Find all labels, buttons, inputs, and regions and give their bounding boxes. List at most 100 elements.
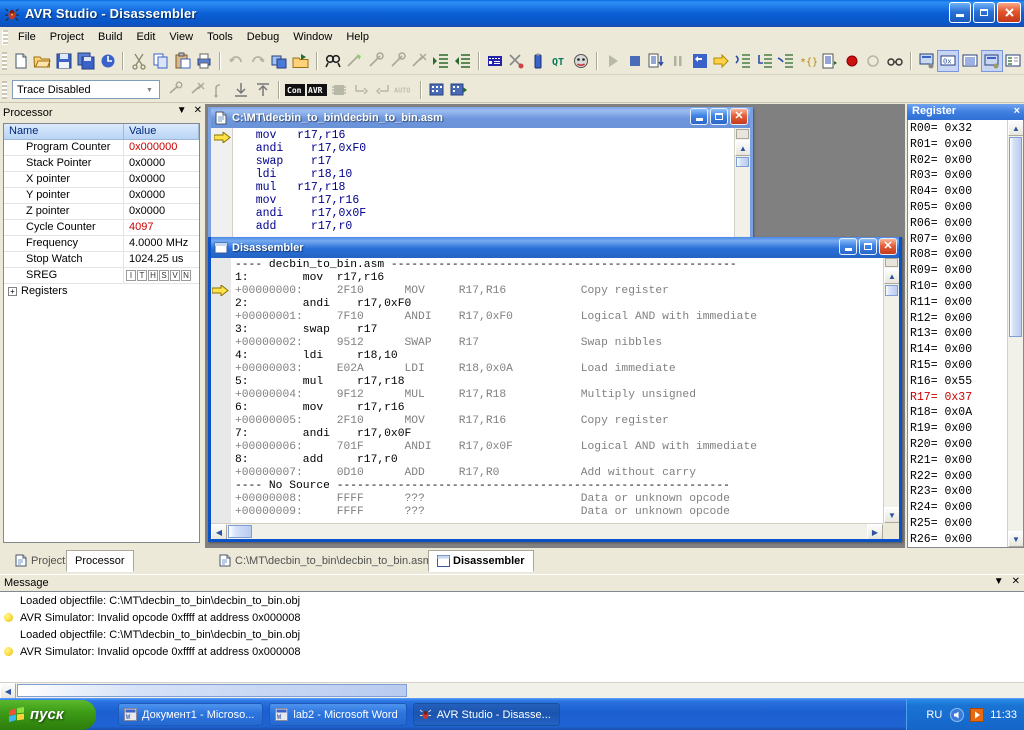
processor-row[interactable]: Stop Watch 1024.25 us [4, 252, 199, 268]
message-line[interactable]: Loaded objectfile: C:\MT\decbin_to_bin\d… [0, 592, 1024, 609]
register-line[interactable]: R11= 0x00 [910, 295, 1007, 311]
menu-item-debug[interactable]: Debug [240, 28, 286, 46]
battery-icon[interactable] [527, 50, 549, 72]
language-indicator[interactable]: RU [926, 709, 942, 721]
message-horizontal-scrollbar[interactable]: ◀ [0, 682, 1024, 699]
sreg-flag[interactable]: H [148, 270, 158, 281]
register-line[interactable]: R17= 0x37 [910, 390, 1007, 406]
disassembler-horizontal-scrollbar[interactable]: ◀ ▶ [211, 523, 883, 539]
message-h-thumb[interactable] [17, 684, 407, 697]
memory-view-icon[interactable] [959, 50, 981, 72]
step-over-arrow-icon[interactable] [711, 50, 733, 72]
message-line[interactable]: Loaded objectfile: C:\MT\decbin_to_bin\d… [0, 626, 1024, 643]
auto-step-icon[interactable]: *{} [797, 50, 819, 72]
reload-icon[interactable] [97, 50, 119, 72]
register-vertical-scrollbar[interactable]: ▲ ▼ [1007, 120, 1023, 547]
new-window-icon[interactable] [268, 50, 290, 72]
register-line[interactable]: R14= 0x00 [910, 342, 1007, 358]
register-line[interactable]: R12= 0x00 [910, 311, 1007, 327]
register-close-icon[interactable]: × [1014, 104, 1020, 119]
taskbar-clock[interactable]: 11:33 [990, 709, 1017, 721]
menu-item-build[interactable]: Build [91, 28, 129, 46]
processor-row[interactable]: X pointer 0x0000 [4, 172, 199, 188]
sreg-flag[interactable]: T [137, 270, 147, 281]
register-line[interactable]: R10= 0x00 [910, 279, 1007, 295]
processor-row[interactable]: Y pointer 0x0000 [4, 188, 199, 204]
project-build-icon[interactable] [290, 50, 312, 72]
disassembler-h-thumb[interactable] [228, 525, 252, 538]
source-close-button[interactable]: ✕ [730, 108, 748, 125]
processor-row[interactable]: Cycle Counter 4097 [4, 220, 199, 236]
tools-icon[interactable] [505, 50, 527, 72]
sreg-flag[interactable]: N [181, 270, 191, 281]
disassembler-minimize-button[interactable] [839, 238, 857, 255]
register-line[interactable]: R03= 0x00 [910, 168, 1007, 184]
column-header-name[interactable]: Name [4, 124, 124, 140]
indent-icon[interactable] [430, 50, 452, 72]
register-line[interactable]: R08= 0x00 [910, 247, 1007, 263]
tab-project[interactable]: Project [6, 550, 74, 571]
toolbar-grip-2[interactable] [2, 80, 7, 99]
media-icon[interactable] [970, 708, 985, 722]
open-file-icon[interactable] [32, 50, 54, 72]
register-line[interactable]: R23= 0x00 [910, 484, 1007, 500]
register-line[interactable]: R13= 0x00 [910, 326, 1007, 342]
tab-processor[interactable]: Processor [66, 550, 134, 572]
sreg-flag[interactable]: I [126, 270, 136, 281]
minimize-button[interactable] [949, 2, 971, 23]
stop-icon[interactable] [624, 50, 646, 72]
register-line[interactable]: R09= 0x00 [910, 263, 1007, 279]
dock-close-icon[interactable]: ✕ [194, 105, 202, 116]
menu-item-view[interactable]: View [162, 28, 200, 46]
con-connect-icon[interactable]: Con [284, 79, 306, 101]
step-into-icon[interactable] [732, 50, 754, 72]
menu-item-tools[interactable]: Tools [200, 28, 240, 46]
qt-icon[interactable]: QT [549, 50, 571, 72]
source-scroll-up-button[interactable]: ▲ [735, 140, 750, 156]
message-menu-icon[interactable]: ▼ [994, 576, 1004, 587]
register-line[interactable]: R01= 0x00 [910, 137, 1007, 153]
register-line[interactable]: R04= 0x00 [910, 184, 1007, 200]
processor-row[interactable]: Program Counter 0x000000 [4, 140, 199, 156]
processor-row-registers[interactable]: + Registers [4, 284, 199, 300]
watch-icon[interactable] [884, 50, 906, 72]
save-icon[interactable] [53, 50, 75, 72]
paste-icon[interactable] [172, 50, 194, 72]
sreg-flag[interactable]: V [170, 270, 180, 281]
register-line[interactable]: R22= 0x00 [910, 469, 1007, 485]
step-into-list-icon[interactable] [645, 50, 667, 72]
step-out-icon[interactable] [754, 50, 776, 72]
taskbar-item-avr-studio[interactable]: AVR Studio - Disasse... [412, 703, 560, 726]
disassembler-vertical-scrollbar[interactable]: ▲ ▼ [883, 258, 899, 523]
register-view-icon[interactable]: 0x [937, 50, 960, 72]
processor-row-sreg[interactable]: SREG I T H S V N [4, 268, 199, 284]
chevron-down-icon[interactable]: ▼ [142, 83, 157, 97]
source-window-title-bar[interactable]: C:\MT\decbin_to_bin\decbin_to_bin.asm ✕ [211, 107, 750, 128]
register-line[interactable]: R26= 0x00 [910, 532, 1007, 547]
message-line[interactable]: AVR Simulator: Invalid opcode 0xffff at … [0, 609, 1024, 626]
register-line[interactable]: R05= 0x00 [910, 200, 1007, 216]
source-minimize-button[interactable] [690, 108, 708, 125]
taskbar-item-word-doc1[interactable]: W Документ1 - Microso... [118, 703, 264, 726]
dock-menu-icon[interactable]: ▼ [177, 105, 187, 116]
find-icon[interactable] [322, 50, 344, 72]
register-scroll-down-button[interactable]: ▼ [1008, 531, 1023, 547]
sreg-flags[interactable]: ITHSVN [124, 268, 199, 283]
tab-source-file[interactable]: C:\MT\decbin_to_bin\decbin_to_bin.asm [210, 550, 441, 571]
register-line[interactable]: R02= 0x00 [910, 153, 1007, 169]
close-button[interactable] [997, 2, 1021, 23]
processor-row[interactable]: Z pointer 0x0000 [4, 204, 199, 220]
register-line[interactable]: R20= 0x00 [910, 437, 1007, 453]
register-line[interactable]: R24= 0x00 [910, 500, 1007, 516]
register-line[interactable]: R07= 0x00 [910, 232, 1007, 248]
register-line[interactable]: R18= 0x0A [910, 405, 1007, 421]
start-button[interactable]: пуск [0, 699, 96, 730]
avr-device-icon[interactable]: AVR [306, 79, 328, 101]
message-close-icon[interactable]: ✕ [1012, 576, 1020, 587]
disassembler-scroll-right-button[interactable]: ▶ [867, 524, 883, 539]
menu-grip[interactable] [2, 29, 8, 45]
register-line[interactable]: R25= 0x00 [910, 516, 1007, 532]
message-line[interactable]: AVR Simulator: Invalid opcode 0xffff at … [0, 643, 1024, 660]
message-scroll-left-button[interactable]: ◀ [0, 683, 16, 699]
message-list[interactable]: Loaded objectfile: C:\MT\decbin_to_bin\d… [0, 591, 1024, 682]
